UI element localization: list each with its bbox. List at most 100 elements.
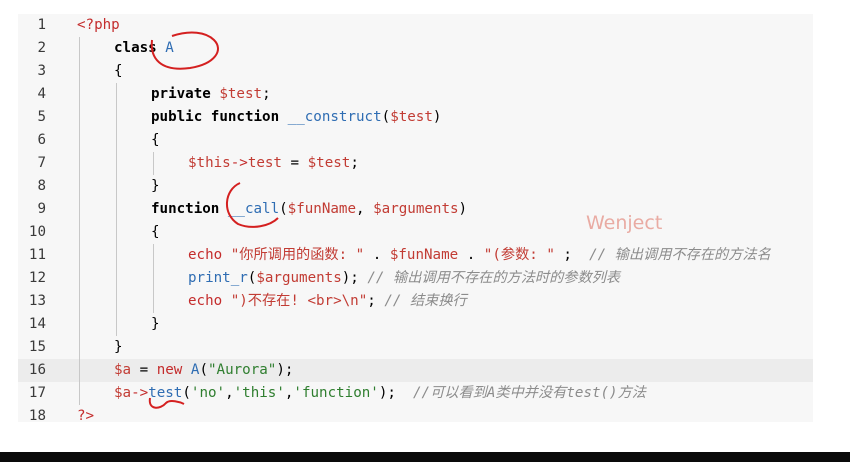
code-text: $a->test('no','this','function'); //可以看到… — [114, 382, 646, 405]
code-token: test — [148, 385, 183, 401]
code-text: { — [151, 129, 160, 152]
code-token: } — [151, 178, 160, 194]
code-token: } — [114, 339, 123, 355]
code-token: "(参数: " — [483, 247, 555, 263]
line-number: 2 — [37, 40, 46, 56]
code-token: ); — [276, 362, 294, 378]
code-token: . — [458, 247, 484, 263]
line-number: 5 — [37, 109, 46, 125]
line-number: 10 — [28, 224, 46, 240]
code-token: "你所调用的函数: " — [230, 247, 365, 263]
code-token: "Aurora" — [207, 362, 277, 378]
code-line[interactable]: 15} — [18, 336, 813, 359]
code-token: $a — [114, 362, 132, 378]
code-token: echo — [188, 247, 231, 263]
code-token: ) — [432, 109, 442, 125]
code-line[interactable]: 10 { — [18, 221, 813, 244]
code-token: 'function' — [293, 385, 379, 401]
code-token: // 结束换行 — [384, 293, 467, 309]
code-token: // 输出调用不存在的方法名 — [589, 247, 771, 263]
code-line[interactable]: 11 echo "你所调用的函数: " . $funName . "(参数: " … — [18, 244, 813, 267]
code-token: //可以看到A类中并没有test()方法 — [413, 385, 646, 401]
code-token: ( — [199, 362, 208, 378]
code-line[interactable]: 14} — [18, 313, 813, 336]
code-token: ")不存在! <br>\n" — [230, 293, 368, 309]
code-token: ; — [367, 293, 385, 309]
line-number: 12 — [28, 270, 46, 286]
code-token: ) — [458, 201, 468, 217]
code-token: { — [114, 63, 123, 79]
code-text: } — [151, 175, 160, 198]
code-text: echo ")不存在! <br>\n"; // 结束换行 — [188, 290, 467, 313]
code-line[interactable]: 6{ — [18, 129, 813, 152]
code-line[interactable]: 9 function __call($funName, $arguments) — [18, 198, 813, 221]
line-number: 14 — [28, 316, 46, 332]
code-line[interactable]: 1 <?php — [18, 14, 813, 37]
code-token: $a — [114, 385, 132, 401]
code-token: = — [281, 155, 308, 171]
code-line[interactable]: 3{ — [18, 60, 813, 83]
code-token: 'no' — [190, 385, 226, 401]
code-token: print_r — [188, 270, 248, 286]
line-number: 9 — [37, 201, 46, 217]
line-number: 4 — [37, 86, 46, 102]
code-text: print_r($arguments); // 输出调用不存在的方法时的参数列表 — [188, 267, 620, 290]
indent-guide — [116, 83, 117, 336]
code-text: ?> — [77, 405, 94, 428]
code-token: A — [165, 40, 174, 56]
code-line[interactable]: 13 echo ")不存在! <br>\n"; // 结束换行 — [18, 290, 813, 313]
code-text: { — [151, 221, 160, 244]
code-token: __construct — [287, 109, 382, 125]
code-token: , — [225, 385, 234, 401]
code-token: $this — [188, 155, 231, 171]
line-number: 3 — [37, 63, 46, 79]
code-token: ; — [350, 155, 359, 171]
code-token: ); — [378, 385, 414, 401]
code-token: // 输出调用不存在的方法时的参数列表 — [367, 270, 621, 286]
code-token: __call — [227, 201, 280, 217]
indent-guide — [153, 244, 154, 313]
line-number: 6 — [37, 132, 46, 148]
code-token: ); — [341, 270, 368, 286]
indent-guide — [153, 152, 154, 175]
code-token: echo — [188, 293, 231, 309]
line-number: 16 — [28, 362, 46, 378]
line-number: 7 — [37, 155, 46, 171]
code-line[interactable]: 8} — [18, 175, 813, 198]
code-token: . — [364, 247, 390, 263]
line-number: 18 — [28, 408, 46, 424]
code-token: class — [114, 40, 166, 56]
line-number: 11 — [28, 247, 46, 263]
code-token: 'this' — [233, 385, 285, 401]
code-line[interactable]: 5 public function __construct($test) — [18, 106, 813, 129]
code-token: ( — [182, 385, 191, 401]
code-token: ( — [381, 109, 391, 125]
code-text: private $test; — [151, 83, 271, 106]
code-line[interactable]: 4 private $test; — [18, 83, 813, 106]
code-text: <?php — [77, 14, 120, 37]
code-token: ; — [262, 86, 271, 102]
code-text: public function __construct($test) — [151, 106, 441, 129]
code-text: } — [114, 336, 123, 359]
code-token: = — [131, 362, 157, 378]
line-number: 17 — [28, 385, 46, 401]
code-line[interactable]: 16 $a = new A("Aurora"); — [18, 359, 813, 382]
code-editor[interactable]: 1 <?php 2 class A 3{4 private $test; 5 public f… — [18, 14, 813, 424]
code-line[interactable]: 18 ?> — [18, 405, 813, 428]
code-token: $arguments — [256, 270, 342, 286]
code-line[interactable]: 2 class A — [18, 37, 813, 60]
line-number: 1 — [37, 17, 46, 33]
code-token: $funName — [389, 247, 459, 263]
code-token: $funName — [287, 201, 357, 217]
code-token: $test — [219, 86, 263, 102]
code-token: new — [156, 362, 191, 378]
code-token: -> — [131, 385, 149, 401]
code-token: -> — [230, 155, 248, 171]
code-line[interactable]: 7 $this->test = $test; — [18, 152, 813, 175]
code-text: function __call($funName, $arguments) — [151, 198, 467, 221]
code-token: { — [151, 132, 160, 148]
code-token: ( — [279, 201, 288, 217]
code-token: public function — [151, 109, 288, 125]
code-line[interactable]: 17 $a->test('no','this','function'); //可以… — [18, 382, 813, 405]
code-line[interactable]: 12 print_r($arguments); // 输出调用不存在的方法时的参数… — [18, 267, 813, 290]
